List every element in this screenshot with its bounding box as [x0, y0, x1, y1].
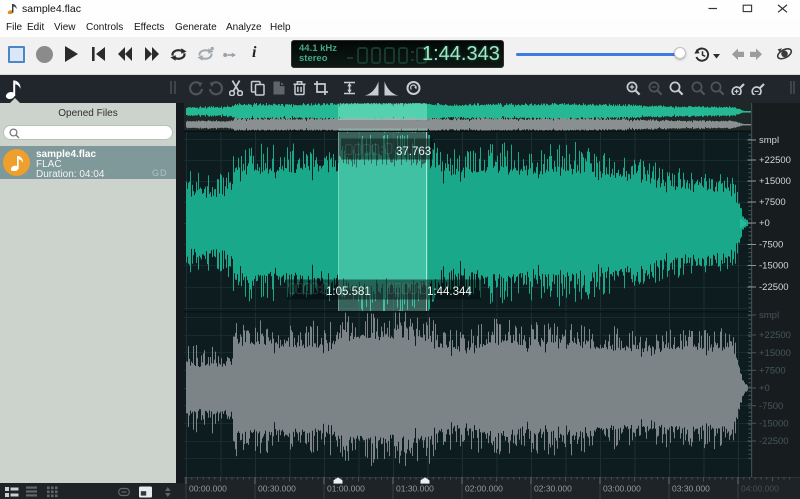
svg-text:1:05.581: 1:05.581	[326, 286, 371, 298]
svg-text:03:00.000: 03:00.000	[603, 484, 641, 494]
svg-text:smpl: smpl	[759, 310, 779, 321]
svg-text:+7500: +7500	[759, 197, 786, 208]
svg-text:+15000: +15000	[759, 348, 791, 359]
svg-text:00:00.000: 00:00.000	[189, 484, 227, 494]
svg-text:-7500: -7500	[759, 401, 783, 412]
svg-text:-15000: -15000	[759, 419, 789, 430]
svg-text:02:00.000: 02:00.000	[465, 484, 503, 494]
svg-text:04:00.000: 04:00.000	[741, 484, 779, 494]
svg-text:01:00.000: 01:00.000	[327, 484, 365, 494]
svg-text:02:30.000: 02:30.000	[534, 484, 572, 494]
svg-text:smpl: smpl	[759, 135, 779, 146]
svg-text:37.763: 37.763	[396, 146, 431, 158]
svg-text:01:30.000: 01:30.000	[396, 484, 434, 494]
svg-text:+15000: +15000	[759, 176, 791, 187]
svg-text:+0: +0	[759, 218, 770, 229]
svg-text:+0: +0	[759, 383, 770, 394]
svg-text:-7500: -7500	[759, 240, 783, 251]
svg-text:-22500: -22500	[759, 282, 789, 293]
svg-text:-22500: -22500	[759, 436, 789, 447]
svg-text:+22500: +22500	[759, 155, 791, 166]
svg-text:-15000: -15000	[759, 261, 789, 272]
svg-text:+22500: +22500	[759, 330, 791, 341]
svg-text:00:30.000: 00:30.000	[258, 484, 296, 494]
svg-text:03:30.000: 03:30.000	[672, 484, 710, 494]
svg-text:+7500: +7500	[759, 366, 786, 377]
svg-text:1:44.344: 1:44.344	[427, 286, 472, 298]
